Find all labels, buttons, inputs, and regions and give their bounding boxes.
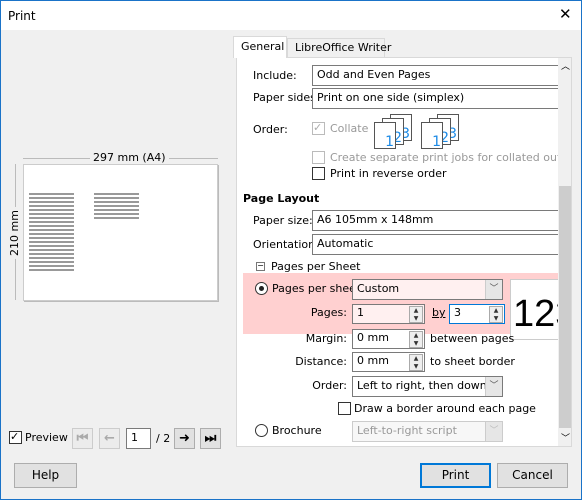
paper-sides-select[interactable]: Print on one side (simplex)	[312, 88, 558, 109]
spin-arrows-icon[interactable]: ▲ ▼	[489, 306, 503, 323]
spin-arrows-icon[interactable]: ▲ ▼	[409, 354, 423, 371]
brochure-label: Brochure	[272, 424, 322, 437]
preview-checkbox[interactable]: ✓	[9, 430, 22, 444]
separate-jobs-checkbox[interactable]	[312, 151, 325, 164]
pages-per-sheet-radio[interactable]	[255, 282, 268, 295]
spin-arrows-icon[interactable]: ▲ ▼	[409, 306, 423, 323]
separate-jobs-label: Create separate print jobs for collated …	[330, 151, 572, 164]
spinner-value: 1	[357, 306, 364, 319]
distance-label: Distance:	[295, 355, 347, 368]
tab-label: LibreOffice Writer	[295, 41, 392, 54]
page-order-select[interactable]: Left to right, then down ﹀	[352, 376, 503, 397]
draw-border-label: Draw a border around each page	[354, 402, 536, 415]
include-label: Include:	[253, 69, 297, 82]
tab-label: General	[241, 40, 285, 53]
title-bar: Print ✕	[1, 1, 581, 30]
pages-per-sheet-select[interactable]: Custom ﹀	[352, 279, 503, 300]
brochure-select[interactable]: Left-to-right script ﹀	[352, 421, 503, 442]
page-number-input[interactable]: 1	[126, 428, 151, 449]
pages-per-sheet-label: Pages per sheet:	[272, 282, 364, 295]
pages-x-spinner[interactable]: 1 ▲ ▼	[352, 304, 425, 324]
scrollbar-thumb[interactable]	[559, 186, 571, 428]
preview-text-column	[94, 193, 139, 221]
print-dialog: Print ✕ 297 mm (A4) 210 mm ✓ Preview ⏮ ←…	[0, 0, 582, 500]
margin-suffix: between pages	[430, 332, 515, 345]
chevron-down-icon[interactable]: ﹀	[485, 422, 502, 441]
brochure-radio[interactable]	[255, 424, 268, 437]
preview-height-label: 210 mm	[7, 207, 22, 259]
tab-libreoffice-writer[interactable]: LibreOffice Writer	[287, 38, 391, 58]
collated-icon: 3 2 1	[374, 114, 414, 150]
pages-label: Pages:	[310, 306, 347, 319]
previous-page-button[interactable]: ←	[99, 428, 120, 449]
orientation-select[interactable]: Automatic	[312, 234, 558, 255]
uncollated-icon: 3 2 1	[421, 114, 461, 150]
general-panel: Include: Odd and Even Pages Paper sides:…	[236, 57, 572, 447]
order-label: Order:	[253, 123, 288, 136]
tab-general[interactable]: General	[233, 36, 287, 58]
reverse-order-label: Print in reverse order	[330, 167, 447, 180]
spin-arrows-icon[interactable]: ▲ ▼	[409, 331, 423, 348]
distance-suffix: to sheet border	[430, 355, 515, 368]
cancel-button[interactable]: Cancel	[497, 463, 568, 488]
first-page-button[interactable]: ⏮	[72, 428, 93, 449]
help-button[interactable]: Help	[14, 463, 77, 488]
preview-text-column	[29, 193, 74, 273]
window-title: Print	[8, 9, 36, 23]
spinner-value: 0 mm	[357, 354, 389, 367]
checkmark-icon: ✓	[313, 121, 323, 134]
include-select[interactable]: Odd and Even Pages	[312, 65, 558, 86]
select-value: Left to right, then down	[357, 379, 487, 392]
checkmark-icon: ✓	[10, 430, 20, 443]
page-preview	[23, 164, 218, 301]
margin-spinner[interactable]: 0 mm ▲ ▼	[352, 329, 425, 349]
paper-size-label: Paper size:	[253, 214, 313, 227]
last-page-button[interactable]: ⏭	[200, 428, 221, 449]
draw-border-checkbox[interactable]	[338, 402, 351, 415]
page-layout-heading: Page Layout	[243, 192, 320, 205]
total-pages-label: / 2	[156, 432, 171, 445]
margin-label: Margin:	[305, 332, 347, 345]
chevron-down-icon[interactable]: ﹀	[485, 280, 502, 299]
paper-size-select[interactable]: A6 105mm x 148mm	[312, 210, 558, 231]
select-value: Custom	[357, 282, 400, 295]
chevron-down-icon[interactable]: ﹀	[485, 377, 502, 396]
spinner-value: 3	[454, 306, 461, 319]
scrollbar[interactable]: ︿ ﹀	[558, 58, 571, 446]
close-icon[interactable]: ✕	[559, 7, 572, 22]
preview-width-label: 297 mm (A4)	[90, 151, 169, 165]
print-button[interactable]: Print	[420, 463, 491, 488]
next-page-button[interactable]: ➜	[174, 428, 195, 449]
reverse-order-checkbox[interactable]	[312, 167, 325, 180]
preview-label: Preview	[25, 431, 68, 444]
pages-per-sheet-section: Pages per Sheet	[271, 260, 361, 273]
select-value: Left-to-right script	[357, 424, 457, 437]
spinner-value: 0 mm	[357, 331, 389, 344]
scroll-down-icon[interactable]: ﹀	[561, 432, 570, 446]
collate-label: Collate	[330, 122, 369, 135]
paper-sides-label: Paper sides:	[253, 91, 320, 104]
orientation-label: Orientation:	[253, 238, 319, 251]
distance-spinner[interactable]: 0 mm ▲ ▼	[352, 352, 425, 372]
pages-y-spinner[interactable]: 3 ▲ ▼	[449, 304, 505, 324]
by-label: by	[432, 306, 446, 319]
collapse-icon[interactable]: −	[256, 262, 265, 271]
scroll-up-icon[interactable]: ︿	[561, 60, 570, 74]
page-order-label: Order:	[312, 379, 347, 392]
collate-checkbox[interactable]: ✓	[312, 121, 325, 135]
